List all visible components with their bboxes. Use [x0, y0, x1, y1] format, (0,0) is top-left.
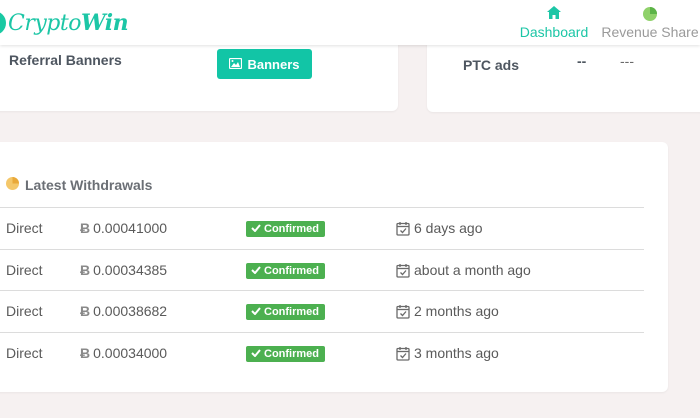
banners-button[interactable]: Banners — [217, 49, 312, 79]
bitcoin-icon: Ƀ — [80, 303, 91, 320]
latest-withdrawals-card: Latest Withdrawals Direct Ƀ 0.00041000 Co… — [0, 142, 668, 392]
top-navbar: CryptoWin Dashboard Revenue Share — [0, 0, 700, 45]
withdrawals-table: Direct Ƀ 0.00041000 Confirmed 6 days ago … — [0, 207, 644, 374]
pie-chart-icon — [600, 6, 700, 22]
table-row: Direct Ƀ 0.00034385 Confirmed about a mon… — [0, 249, 644, 291]
status-badge: Confirmed — [246, 304, 325, 321]
calendar-check-icon — [396, 263, 410, 278]
withdrawal-amount: Ƀ 0.00041000 — [80, 220, 168, 237]
withdrawal-amount: Ƀ 0.00034385 — [80, 261, 168, 278]
table-row: Direct Ƀ 0.00041000 Confirmed 6 days ago — [0, 207, 644, 250]
brand-logo[interactable]: CryptoWin — [0, 8, 129, 38]
bitcoin-icon: Ƀ — [80, 345, 91, 361]
withdrawal-amount: Ƀ 0.00034000 — [80, 345, 168, 361]
check-icon — [251, 265, 261, 277]
check-icon — [251, 348, 261, 360]
calendar-check-icon — [396, 347, 410, 361]
pie-chart-icon — [5, 176, 20, 194]
table-row: Direct Ƀ 0.00038682 Confirmed 2 months ag… — [0, 290, 644, 333]
withdrawal-time: 2 months ago — [396, 291, 644, 333]
status-badge: Confirmed — [246, 221, 325, 238]
nav-revenue-share-label: Revenue Share — [601, 24, 699, 40]
status-cell: Confirmed — [246, 332, 396, 374]
home-icon — [519, 6, 589, 22]
withdrawal-method: Direct — [6, 345, 43, 361]
bitcoin-icon: Ƀ — [80, 220, 91, 237]
status-badge: Confirmed — [246, 262, 325, 279]
ptc-ads-label: PTC ads — [463, 57, 520, 73]
nav-dashboard-label: Dashboard — [519, 24, 589, 40]
withdrawal-method: Direct — [6, 261, 43, 278]
latest-withdrawals-title: Latest Withdrawals — [5, 176, 152, 194]
check-icon — [251, 223, 261, 235]
logo-text: CryptoWin — [8, 10, 129, 36]
logo-mark-icon — [0, 11, 6, 35]
check-icon — [251, 306, 261, 318]
referral-banners-label: Referral Banners — [9, 52, 122, 68]
banners-button-label: Banners — [247, 56, 300, 72]
withdrawal-time: 6 days ago — [396, 208, 644, 250]
nav-dashboard[interactable]: Dashboard — [519, 6, 589, 40]
status-cell: Confirmed — [246, 291, 396, 333]
nav-revenue-share[interactable]: Revenue Share — [600, 6, 700, 40]
ptc-value-2: --- — [620, 53, 634, 69]
calendar-check-icon — [396, 222, 410, 236]
withdrawal-method: Direct — [6, 220, 43, 237]
withdrawal-method: Direct — [6, 303, 43, 320]
image-icon — [229, 57, 243, 72]
status-cell: Confirmed — [246, 208, 396, 250]
latest-withdrawals-title-text: Latest Withdrawals — [25, 177, 153, 193]
table-row: Direct Ƀ 0.00034000 Confirmed 3 months ag… — [0, 332, 644, 374]
calendar-check-icon — [396, 305, 410, 319]
bitcoin-icon: Ƀ — [80, 261, 91, 278]
withdrawal-time: about a month ago — [396, 249, 644, 291]
status-badge: Confirmed — [246, 346, 325, 362]
withdrawal-amount: Ƀ 0.00038682 — [80, 303, 168, 320]
status-cell: Confirmed — [246, 249, 396, 291]
ptc-value-1: -- — [577, 53, 587, 69]
withdrawal-time: 3 months ago — [396, 332, 644, 374]
